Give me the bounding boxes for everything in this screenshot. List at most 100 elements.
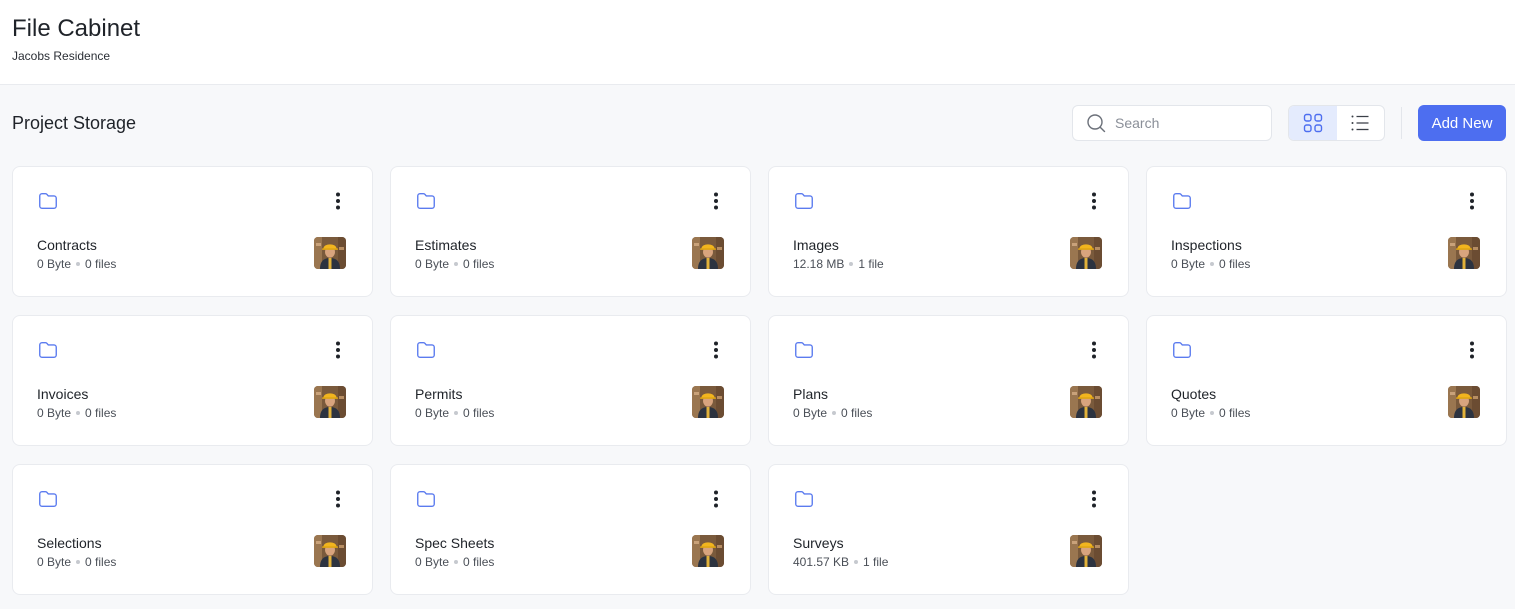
folder-icon: [795, 341, 813, 359]
more-options-icon[interactable]: [707, 338, 725, 362]
folder-size: 0 Byte: [37, 406, 72, 420]
search-input[interactable]: [1115, 115, 1255, 131]
folder-icon: [39, 341, 57, 359]
list-view-icon: [1351, 115, 1369, 131]
separator-dot: [1210, 262, 1215, 266]
folder-icon: [39, 490, 57, 508]
folder-file-count: 1 file: [863, 555, 889, 569]
owner-avatar: [1448, 386, 1480, 418]
project-name: Jacobs Residence: [12, 49, 111, 63]
folder-name: Permits: [415, 386, 463, 402]
folder-name: Plans: [793, 386, 829, 402]
search-icon: [1087, 114, 1106, 133]
folder-meta: 0 Byte 0 files: [37, 555, 116, 569]
folder-file-count: 0 files: [85, 406, 117, 420]
folder-icon: [417, 490, 435, 508]
folder-meta: 0 Byte 0 files: [1171, 257, 1250, 271]
folder-name: Invoices: [37, 386, 89, 402]
folder-size: 0 Byte: [415, 555, 450, 569]
folder-size: 0 Byte: [1171, 406, 1206, 420]
folder-card[interactable]: Contracts 0 Byte 0 files: [12, 166, 373, 297]
owner-avatar: [692, 237, 724, 269]
owner-avatar: [1070, 535, 1102, 567]
folder-card[interactable]: Surveys 401.57 KB 1 file: [768, 464, 1129, 595]
more-options-icon[interactable]: [1463, 338, 1481, 362]
separator-dot: [454, 560, 459, 564]
view-toggle: [1288, 105, 1385, 141]
folder-card[interactable]: Estimates 0 Byte 0 files: [390, 166, 751, 297]
folder-meta: 0 Byte 0 files: [415, 406, 494, 420]
more-options-icon[interactable]: [1085, 189, 1103, 213]
folder-name: Estimates: [415, 237, 477, 253]
separator-dot: [454, 411, 459, 415]
list-view-button[interactable]: [1337, 106, 1385, 140]
page-title: File Cabinet: [12, 15, 141, 42]
folder-icon: [1173, 341, 1191, 359]
grid-view-button[interactable]: [1289, 106, 1337, 140]
owner-avatar: [1448, 237, 1480, 269]
grid-view-icon: [1303, 113, 1322, 133]
folder-file-count: 0 files: [463, 555, 495, 569]
folder-icon: [39, 192, 57, 210]
folder-size: 401.57 KB: [793, 555, 850, 569]
folder-icon: [417, 341, 435, 359]
folder-card[interactable]: Spec Sheets 0 Byte 0 files: [390, 464, 751, 595]
toolbar-divider: [1401, 107, 1402, 139]
folder-file-count: 0 files: [1219, 406, 1251, 420]
folder-name: Contracts: [37, 237, 97, 253]
folder-file-count: 0 files: [463, 257, 495, 271]
more-options-icon[interactable]: [329, 338, 347, 362]
folder-name: Selections: [37, 535, 102, 551]
folder-card[interactable]: Invoices 0 Byte 0 files: [12, 315, 373, 446]
separator-dot: [76, 560, 81, 564]
folder-size: 0 Byte: [415, 257, 450, 271]
folder-card[interactable]: Plans 0 Byte 0 files: [768, 315, 1129, 446]
separator-dot: [849, 262, 854, 266]
owner-avatar: [1070, 237, 1102, 269]
section-title: Project Storage: [12, 113, 137, 133]
folder-name: Quotes: [1171, 386, 1217, 402]
more-options-icon[interactable]: [329, 487, 347, 511]
folder-file-count: 0 files: [85, 257, 117, 271]
folder-file-count: 1 file: [858, 257, 884, 271]
folder-name: Surveys: [793, 535, 844, 551]
separator-dot: [854, 560, 859, 564]
folder-card[interactable]: Inspections 0 Byte 0 files: [1146, 166, 1507, 297]
folder-name: Spec Sheets: [415, 535, 495, 551]
folder-icon: [795, 192, 813, 210]
folder-name: Images: [793, 237, 839, 253]
folder-card[interactable]: Quotes 0 Byte 0 files: [1146, 315, 1507, 446]
folder-file-count: 0 files: [841, 406, 873, 420]
folder-meta: 0 Byte 0 files: [415, 555, 494, 569]
search-box[interactable]: [1072, 105, 1272, 141]
separator-dot: [76, 411, 81, 415]
folder-card[interactable]: Selections 0 Byte 0 files: [12, 464, 373, 595]
add-new-button[interactable]: Add New: [1418, 105, 1506, 141]
folder-file-count: 0 files: [85, 555, 117, 569]
more-options-icon[interactable]: [707, 487, 725, 511]
folder-icon: [1173, 192, 1191, 210]
separator-dot: [454, 262, 459, 266]
more-options-icon[interactable]: [1463, 189, 1481, 213]
separator-dot: [76, 262, 81, 266]
more-options-icon[interactable]: [1085, 338, 1103, 362]
folder-meta: 12.18 MB 1 file: [793, 257, 884, 271]
separator-dot: [832, 411, 837, 415]
owner-avatar: [314, 237, 346, 269]
more-options-icon[interactable]: [329, 189, 347, 213]
folder-size: 0 Byte: [415, 406, 450, 420]
folder-meta: 0 Byte 0 files: [37, 406, 116, 420]
separator-dot: [1210, 411, 1215, 415]
folder-size: 0 Byte: [37, 257, 72, 271]
page-header: File Cabinet Jacobs Residence: [0, 0, 1515, 85]
folder-meta: 0 Byte 0 files: [37, 257, 116, 271]
owner-avatar: [692, 386, 724, 418]
more-options-icon[interactable]: [707, 189, 725, 213]
more-options-icon[interactable]: [1085, 487, 1103, 511]
folder-name: Inspections: [1171, 237, 1242, 253]
folder-card[interactable]: Images 12.18 MB 1 file: [768, 166, 1129, 297]
folder-card[interactable]: Permits 0 Byte 0 files: [390, 315, 751, 446]
folder-size: 12.18 MB: [793, 257, 845, 271]
folder-meta: 0 Byte 0 files: [793, 406, 872, 420]
folder-size: 0 Byte: [37, 555, 72, 569]
